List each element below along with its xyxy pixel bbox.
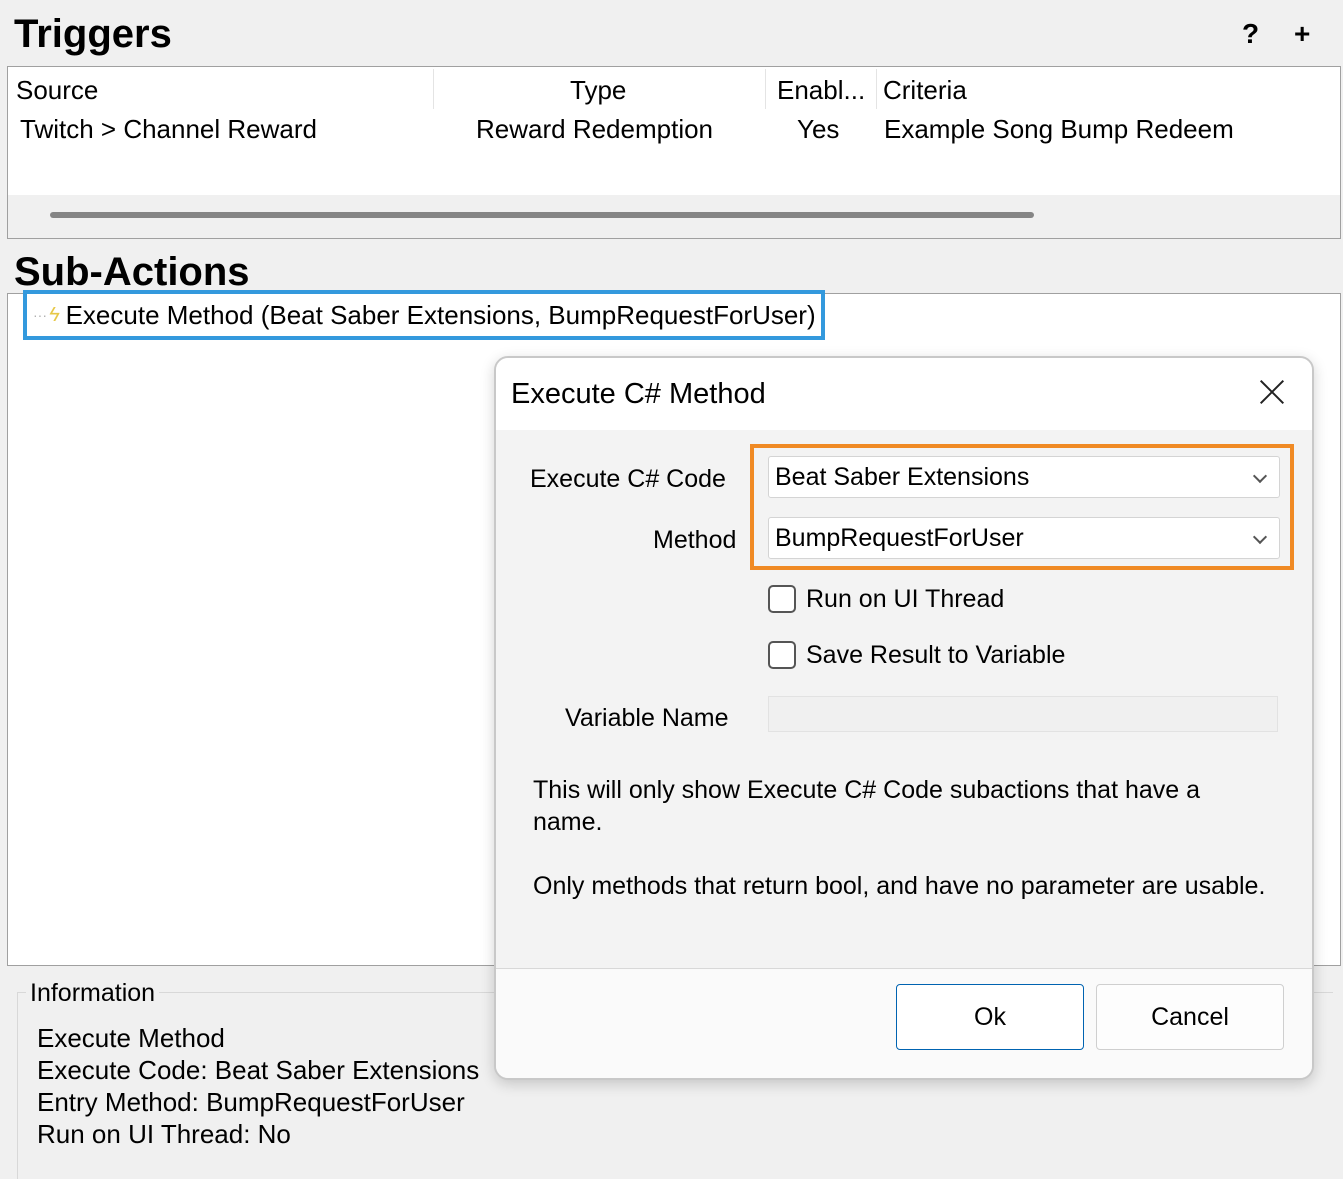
tree-connector: ···	[33, 307, 47, 323]
column-header-type[interactable]: Type	[570, 75, 626, 105]
save-result-label: Save Result to Variable	[806, 641, 1066, 669]
method-select[interactable]: BumpRequestForUser	[768, 517, 1280, 559]
info-line: Execute Code: Beat Saber Extensions	[37, 1055, 480, 1085]
save-result-checkbox[interactable]	[768, 641, 796, 669]
run-on-ui-thread-checkbox[interactable]	[768, 585, 796, 613]
note-text: This will only show Execute C# Code suba…	[533, 776, 1201, 836]
code-select[interactable]: Beat Saber Extensions	[768, 456, 1280, 498]
info-line: Execute Method	[37, 1023, 225, 1053]
cell-source: Twitch > Channel Reward	[20, 114, 317, 144]
information-legend: Information	[26, 978, 160, 1008]
code-label: Execute C# Code	[530, 465, 726, 493]
column-header-criteria[interactable]: Criteria	[883, 75, 967, 105]
close-icon[interactable]	[1252, 372, 1292, 412]
horizontal-scrollbar[interactable]	[8, 195, 1340, 238]
chevron-down-icon	[1252, 468, 1268, 484]
help-button[interactable]: ?	[1242, 20, 1259, 48]
cell-enabled: Yes	[797, 114, 840, 144]
method-label: Method	[653, 526, 737, 554]
dialog-titlebar[interactable]: Execute C# Method	[496, 358, 1312, 430]
execute-method-dialog: Execute C# Method Execute C# Code Beat S…	[494, 356, 1314, 1080]
subaction-item[interactable]: ··· ϟ Execute Method (Beat Saber Extensi…	[23, 290, 825, 340]
cell-criteria: Example Song Bump Redeem	[884, 114, 1234, 144]
run-on-ui-thread-label: Run on UI Thread	[806, 585, 1005, 613]
method-select-value: BumpRequestForUser	[775, 524, 1024, 552]
column-header-enabled[interactable]: Enabl...	[777, 75, 865, 105]
lightning-icon: ϟ	[49, 303, 60, 326]
variable-name-input[interactable]	[768, 696, 1278, 732]
subaction-label: Execute Method (Beat Saber Extensions, B…	[65, 299, 816, 330]
variable-name-label: Variable Name	[565, 704, 729, 732]
dialog-title: Execute C# Method	[511, 378, 766, 410]
code-select-value: Beat Saber Extensions	[775, 463, 1030, 491]
column-separator[interactable]	[433, 69, 434, 109]
triggers-title: Triggers	[14, 12, 172, 56]
save-result-row[interactable]: Save Result to Variable	[768, 640, 1065, 670]
info-line: Run on UI Thread: No	[37, 1119, 291, 1149]
run-on-ui-thread-row[interactable]: Run on UI Thread	[768, 584, 1004, 614]
subactions-title: Sub-Actions	[14, 250, 250, 294]
cancel-button[interactable]: Cancel	[1096, 984, 1284, 1050]
column-separator[interactable]	[765, 69, 766, 109]
cell-type: Reward Redemption	[476, 114, 714, 144]
column-header-source[interactable]: Source	[16, 75, 98, 105]
ok-button[interactable]: Ok	[896, 984, 1084, 1050]
info-line: Entry Method: BumpRequestForUser	[37, 1087, 465, 1117]
chevron-down-icon	[1252, 529, 1268, 545]
note-text: Only methods that return bool, and have …	[533, 872, 1266, 900]
add-trigger-button[interactable]: +	[1294, 20, 1310, 48]
triggers-table[interactable]: Source Type Enabl... Criteria Twitch > C…	[7, 66, 1341, 239]
column-separator[interactable]	[876, 69, 877, 109]
scrollbar-thumb[interactable]	[50, 212, 1034, 218]
